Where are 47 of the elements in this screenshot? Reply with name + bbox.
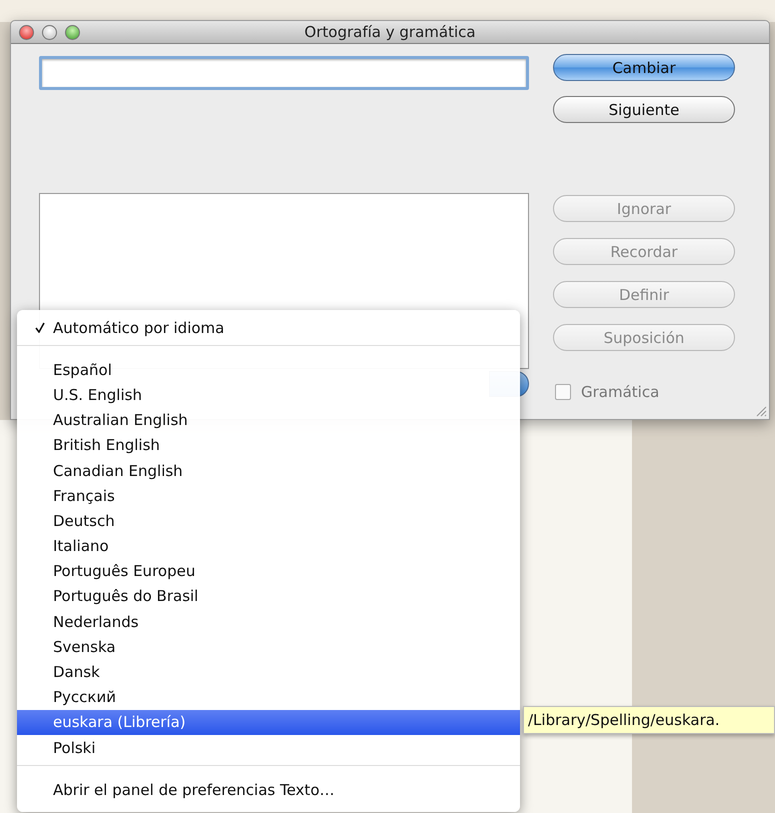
menu-item[interactable]: Australian English [17, 408, 520, 433]
word-field[interactable] [39, 56, 529, 90]
close-button[interactable] [19, 24, 34, 40]
menu-item-label: Español [53, 360, 112, 379]
menu-item-label: Svenska [53, 638, 116, 656]
menu-item-label: Português Europeu [53, 562, 196, 580]
push-button[interactable]: Cambiar [553, 54, 735, 81]
menu-item-label: Dansk [53, 663, 100, 682]
resize-grip-icon[interactable] [755, 405, 767, 417]
menu-item[interactable]: Português Europeu [17, 558, 520, 584]
menu-item[interactable]: Français [17, 483, 520, 508]
menu-item-label: Australian English [53, 411, 188, 430]
minimize-button[interactable] [42, 24, 57, 40]
grammar-checkbox[interactable] [555, 384, 571, 400]
menu-item[interactable]: Русский [17, 684, 520, 710]
menu-item-label: Abrir el panel de preferencias Texto… [53, 780, 334, 799]
menu-item[interactable]: Abrir el panel de preferencias Texto… [17, 777, 520, 802]
menu-item-label: Русский [53, 688, 116, 706]
window-title: Ortografía y gramática [304, 23, 476, 41]
menu-item-label: British English [53, 436, 160, 454]
menu-item-label: Polski [53, 738, 96, 757]
menu-item-label: Português do Brasil [53, 587, 198, 606]
menu-item-label: Italiano [53, 537, 109, 556]
menu-item[interactable]: Canadian English [17, 458, 520, 484]
menu-item[interactable]: Deutsch [17, 508, 520, 534]
menu-item[interactable]: Italiano [17, 534, 520, 559]
menu-item-label: U.S. English [53, 386, 142, 404]
push-button[interactable]: Siguiente [553, 96, 735, 123]
menu-item-label: Nederlands [53, 612, 139, 631]
menu-item[interactable]: euskara (Librería) [17, 710, 520, 735]
menu-item[interactable]: U.S. English [17, 382, 520, 408]
tooltip: /Library/Spelling/euskara. [523, 706, 775, 734]
menu-item[interactable]: Português do Brasil [17, 584, 520, 610]
grammar-label: Gramática [581, 383, 660, 401]
menu-item[interactable]: Polski [17, 735, 520, 760]
menu-item[interactable]: Automático por idioma [17, 315, 520, 340]
menu-item[interactable]: British English [17, 432, 520, 458]
menu-item[interactable]: Svenska [17, 634, 520, 660]
menu-item[interactable]: Nederlands [17, 609, 520, 634]
menu-item-label: Deutsch [53, 512, 115, 530]
menu-item-label: euskara (Librería) [53, 713, 186, 732]
menu-item-label: Français [53, 486, 115, 505]
menu-item-label: Automático por idioma [53, 318, 224, 337]
menu-item[interactable]: Dansk [17, 659, 520, 685]
zoom-button[interactable] [65, 24, 80, 40]
menu-item-label: Canadian English [53, 462, 183, 480]
menu-item[interactable]: Español [17, 357, 520, 382]
